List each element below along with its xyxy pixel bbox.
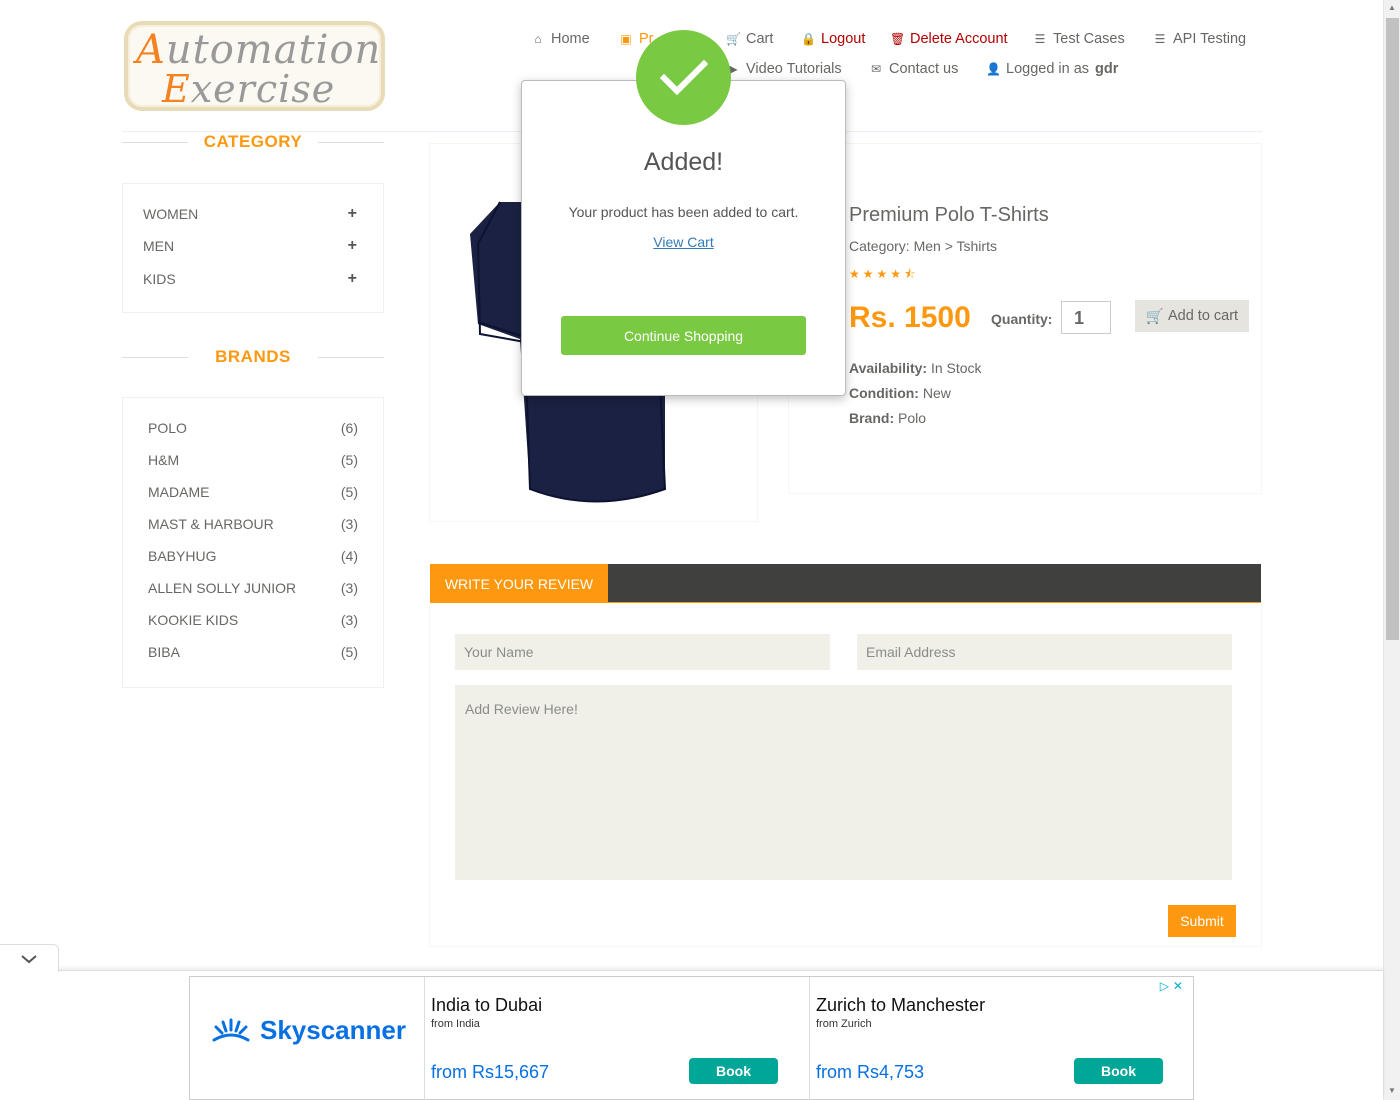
review-textarea[interactable] bbox=[455, 685, 1232, 880]
products-icon: ▣ bbox=[620, 32, 632, 46]
nav-home[interactable]: ⌂ Home bbox=[531, 31, 589, 47]
trash-icon: 🗑 bbox=[890, 32, 906, 46]
brand-item[interactable]: MADAME (5) bbox=[148, 484, 358, 500]
plus-icon[interactable]: + bbox=[348, 237, 357, 255]
home-icon: ⌂ bbox=[534, 32, 542, 46]
ad-offer-from: from Zurich bbox=[816, 1018, 872, 1030]
condition: Condition: New bbox=[849, 385, 951, 401]
cart-icon: 🛒 bbox=[726, 32, 741, 46]
ad-offer-from: from India bbox=[431, 1018, 480, 1030]
ad-offer-price: from Rs4,753 bbox=[816, 1062, 925, 1082]
nav-test-cases[interactable]: ☰ Test Cases bbox=[1033, 31, 1125, 47]
brand-item[interactable]: BABYHUG (4) bbox=[148, 548, 358, 564]
adchoices-icon[interactable]: ▷✕ bbox=[1160, 979, 1187, 993]
nav-video-tutorials[interactable]: ▶ Video Tutorials bbox=[726, 61, 841, 77]
view-cart-link[interactable]: View Cart bbox=[521, 234, 846, 250]
nav-delete-account[interactable]: 🗑 Delete Account bbox=[890, 31, 1008, 47]
modal-title: Added! bbox=[643, 148, 724, 176]
continue-shopping-button[interactable]: Continue Shopping bbox=[561, 316, 806, 355]
star-icon: ★ bbox=[862, 267, 877, 281]
submit-review-button[interactable]: Submit bbox=[1168, 905, 1236, 937]
product-price: Rs. 1500 bbox=[849, 301, 971, 334]
lock-icon: 🔒 bbox=[801, 32, 816, 46]
site-logo[interactable]: Automation Exercise bbox=[124, 21, 385, 111]
scroll-up-icon[interactable]: ▲ bbox=[1388, 3, 1396, 12]
quantity-input[interactable]: 1 bbox=[1061, 301, 1111, 334]
brand-item[interactable]: KOOKIE KIDS (3) bbox=[148, 612, 358, 628]
envelope-icon: ✉ bbox=[870, 62, 882, 76]
user-icon: 👤 bbox=[986, 62, 1001, 76]
page-scrollbar[interactable]: ▲ ▼ bbox=[1383, 0, 1400, 1100]
brand-item[interactable]: MAST & HARBOUR (3) bbox=[148, 516, 358, 532]
plus-icon[interactable]: + bbox=[348, 270, 357, 288]
category-women[interactable]: WOMEN + bbox=[143, 205, 357, 223]
nav-contact-us[interactable]: ✉ Contact us bbox=[869, 61, 958, 77]
star-icon: ★ bbox=[849, 267, 863, 281]
ad-book-button[interactable]: Book bbox=[689, 1058, 778, 1084]
scroll-down-icon[interactable]: ▼ bbox=[1388, 1086, 1396, 1095]
star-icon: ★ bbox=[890, 267, 905, 281]
list-icon: ☰ bbox=[1154, 32, 1166, 46]
list-icon: ☰ bbox=[1034, 32, 1046, 46]
product-title: Premium Polo T-Shirts bbox=[849, 204, 1049, 226]
product-category: Category: Men > Tshirts bbox=[849, 238, 997, 254]
category-panel: WOMEN + MEN + KIDS + bbox=[122, 183, 384, 313]
tab-write-review[interactable]: WRITE YOUR REVIEW bbox=[430, 564, 608, 603]
ad-offer-dest: Zurich to Manchester bbox=[816, 995, 986, 1015]
brand-item[interactable]: ALLEN SOLLY JUNIOR (3) bbox=[148, 580, 358, 596]
star-icon: ★ bbox=[876, 267, 891, 281]
nav-logout[interactable]: 🔒 Logout bbox=[801, 31, 865, 47]
cart-icon: 🛒 bbox=[1145, 308, 1164, 325]
brand: Brand: Polo bbox=[849, 410, 927, 426]
modal-message: Your product has been added to cart. bbox=[568, 204, 799, 220]
brands-panel: POLO (6) H&M (5) MADAME (5) MAST & HARBOUR(… bbox=[122, 397, 384, 688]
category-title: CATEGORY bbox=[122, 132, 384, 152]
category-kids[interactable]: KIDS + bbox=[143, 270, 357, 288]
scrollbar-thumb[interactable] bbox=[1386, 18, 1399, 640]
review-email-input[interactable] bbox=[857, 634, 1232, 670]
ad-collapse-button[interactable] bbox=[0, 944, 59, 972]
chevron-down-icon bbox=[21, 954, 37, 963]
add-to-cart-button[interactable]: 🛒 Add to cart bbox=[1135, 300, 1249, 332]
brands-title: BRANDS bbox=[122, 347, 384, 367]
product-rating: ★★★★⯪ bbox=[849, 265, 918, 286]
plus-icon[interactable]: + bbox=[348, 205, 357, 223]
nav-api-testing[interactable]: ☰ API Testing bbox=[1153, 31, 1246, 47]
ad-book-button[interactable]: Book bbox=[1074, 1058, 1163, 1084]
availability: Availability: In Stock bbox=[849, 360, 982, 376]
category-men[interactable]: MEN + bbox=[143, 237, 357, 255]
quantity-label: Quantity: bbox=[991, 311, 1053, 327]
nav-logged-in[interactable]: 👤 Logged in as gdr bbox=[986, 61, 1118, 77]
skyscanner-logo[interactable]: Skyscanner bbox=[210, 1015, 406, 1046]
nav-cart[interactable]: 🛒 Cart bbox=[726, 31, 773, 47]
brand-item[interactable]: H&M (5) bbox=[148, 452, 358, 468]
brand-item[interactable]: BIBA (5) bbox=[148, 644, 358, 660]
brand-item[interactable]: POLO (6) bbox=[148, 420, 358, 436]
ad-offer-price: from Rs15,667 bbox=[431, 1062, 550, 1082]
review-name-input[interactable] bbox=[455, 634, 830, 670]
ad-offer-dest: India to Dubai bbox=[431, 995, 543, 1015]
sunrise-icon bbox=[212, 1018, 250, 1041]
success-check-icon bbox=[636, 30, 731, 125]
skyscanner-ad[interactable]: Skyscanner ▷✕ India to Dubai from India … bbox=[189, 976, 1194, 1100]
star-half-icon: ⯪ bbox=[904, 267, 919, 281]
